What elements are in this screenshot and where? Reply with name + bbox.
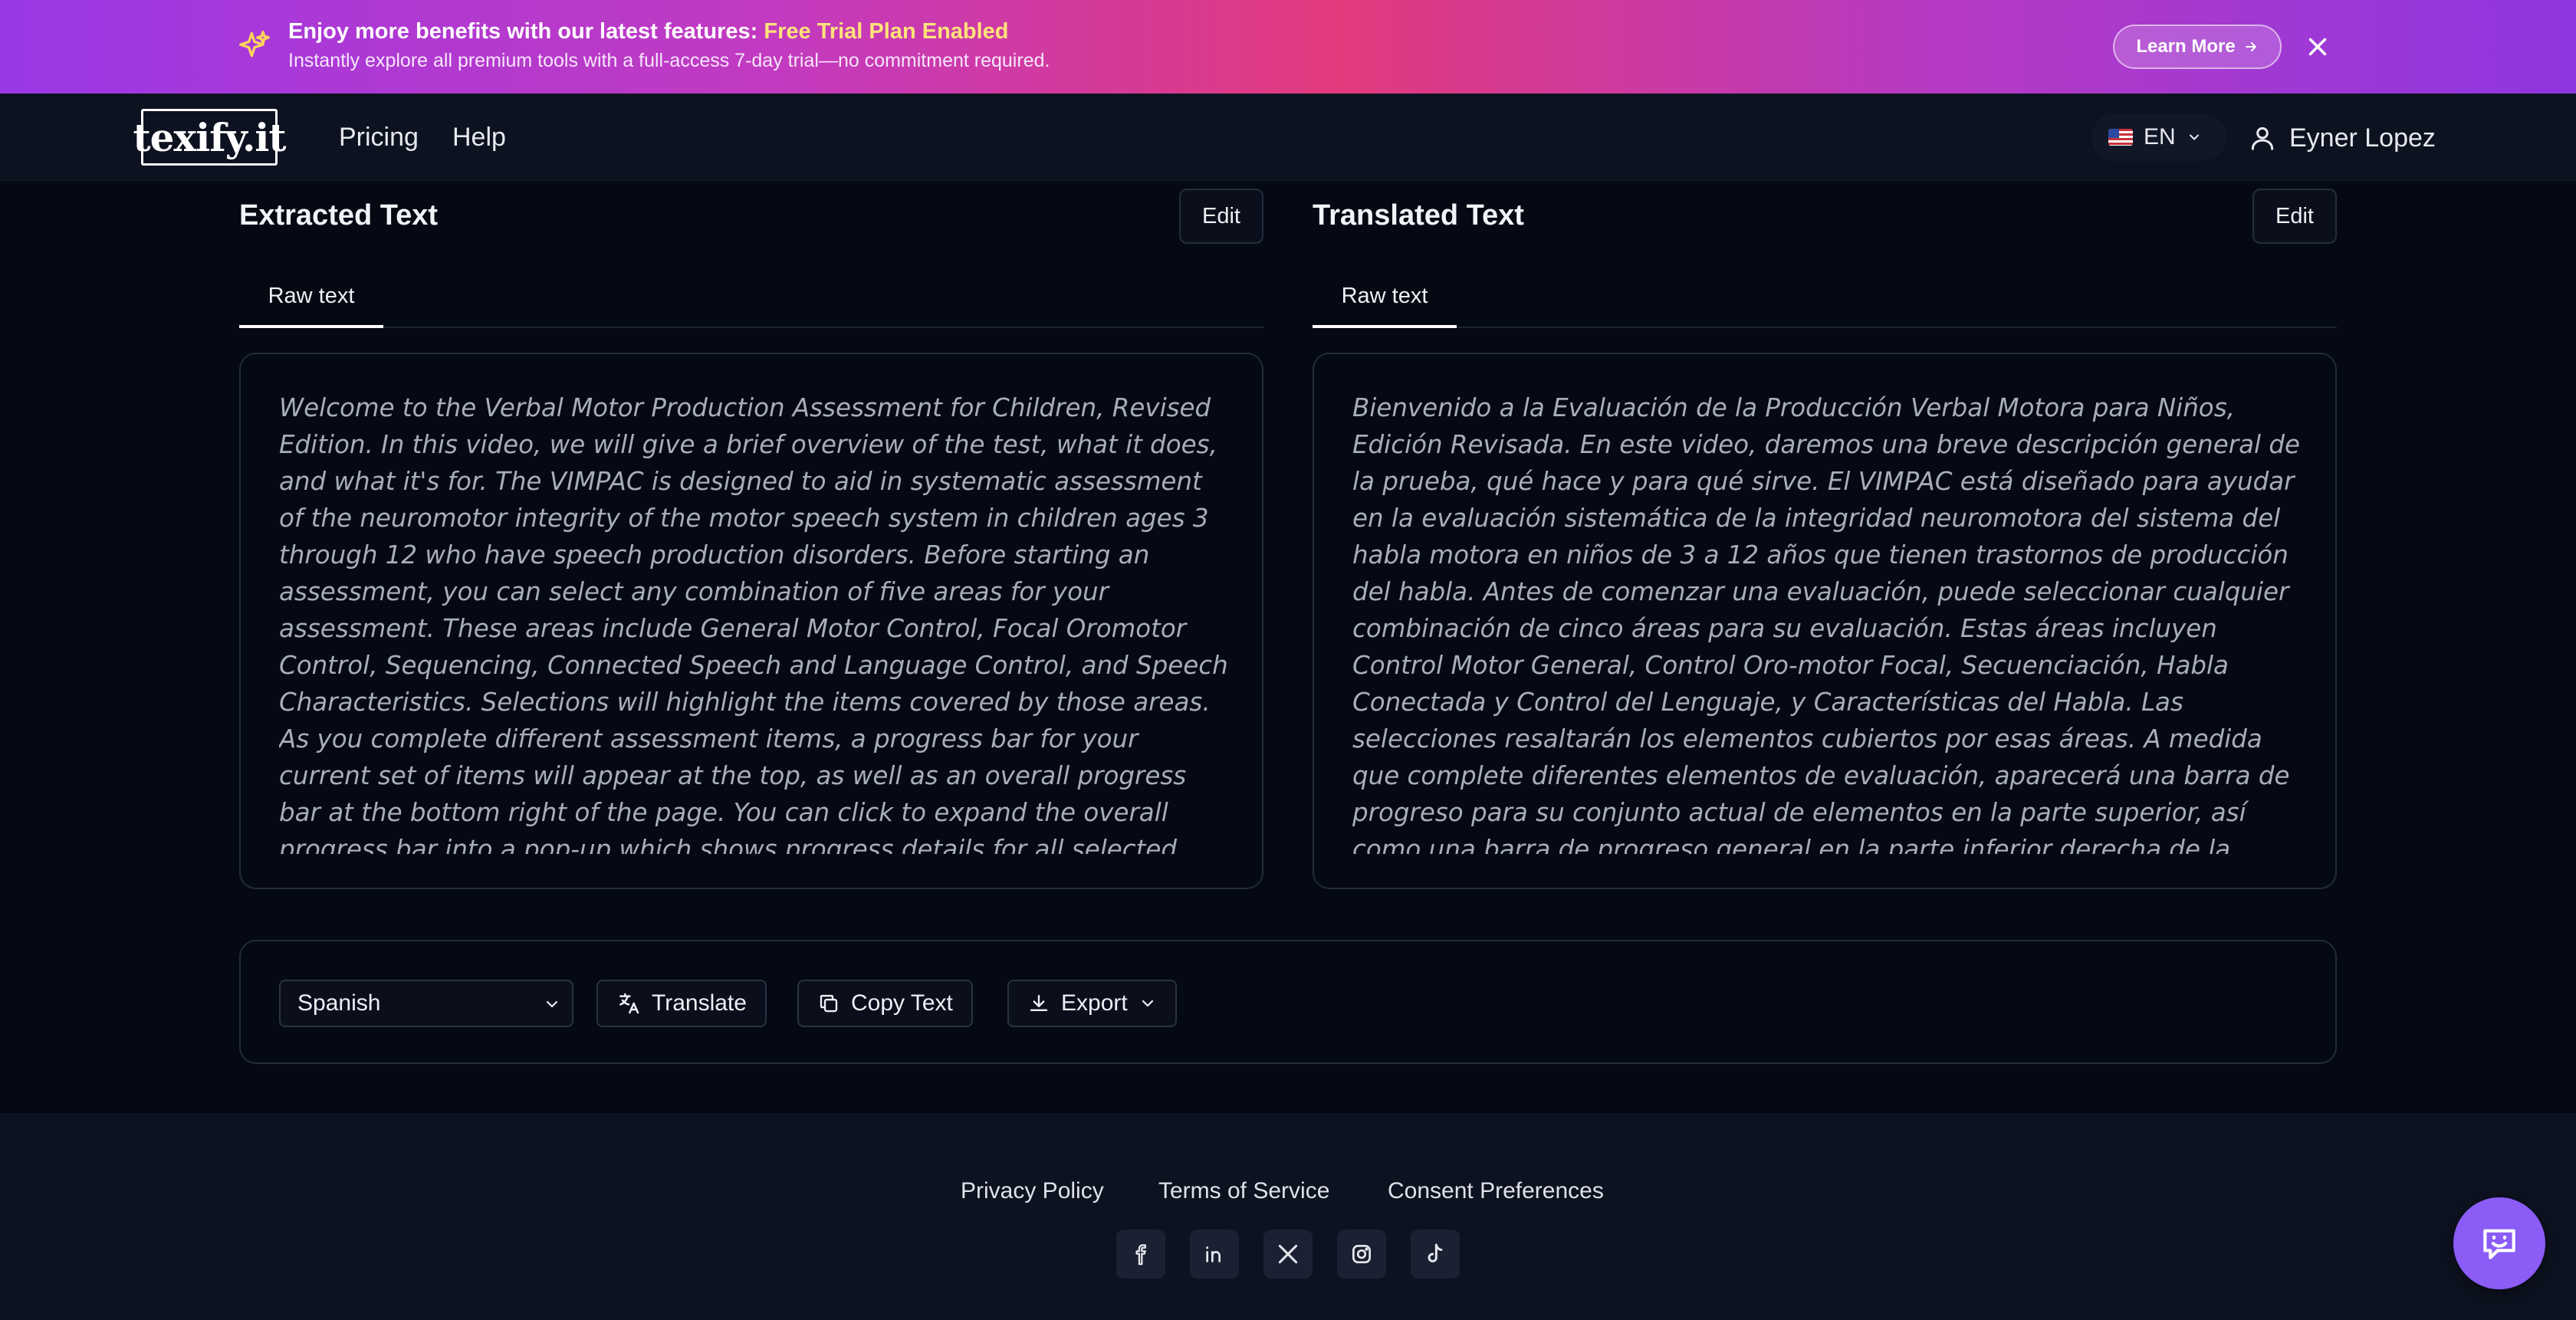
arrow-right-icon: [2245, 42, 2256, 51]
copy-text-label: Copy Text: [851, 990, 953, 1016]
target-language-value: Spanish: [297, 990, 381, 1016]
promo-banner: Enjoy more benefits with our latest feat…: [0, 0, 2576, 94]
footer-link-terms[interactable]: Terms of Service: [1158, 1176, 1329, 1207]
chevron-down-icon: [546, 1000, 558, 1008]
action-toolbar: Spanish Translate Copy Text Export: [239, 940, 2337, 1064]
translate-icon: [619, 993, 639, 1014]
export-button[interactable]: Export: [1007, 980, 1177, 1027]
extracted-text-box[interactable]: Welcome to the Verbal Motor Production A…: [239, 353, 1263, 889]
extracted-tabbar: Raw text: [239, 267, 1263, 328]
extracted-text-title: Extracted Text: [239, 199, 439, 231]
chat-support-button[interactable]: [2453, 1197, 2545, 1289]
close-icon[interactable]: [2303, 32, 2332, 61]
download-icon: [1030, 994, 1048, 1011]
instagram-icon[interactable]: [1337, 1230, 1386, 1279]
extracted-edit-button[interactable]: Edit: [1179, 189, 1263, 244]
target-language-select[interactable]: Spanish: [279, 980, 573, 1027]
facebook-icon[interactable]: [1116, 1230, 1165, 1279]
copy-icon: [820, 994, 838, 1013]
tab-raw-text-extracted[interactable]: Raw text: [239, 267, 383, 328]
banner-title-prefix: Enjoy more benefits with our latest feat…: [288, 19, 764, 44]
user-name: Eyner Lopez: [2289, 123, 2436, 153]
top-navigation: texify.it Pricing Help EN Eyner Lopez: [0, 94, 2576, 181]
extracted-text-content: Welcome to the Verbal Motor Production A…: [279, 393, 1228, 854]
export-label: Export: [1061, 990, 1128, 1016]
nav-link-help[interactable]: Help: [452, 120, 506, 155]
footer-link-consent[interactable]: Consent Preferences: [1388, 1176, 1604, 1207]
learn-more-label: Learn More: [2136, 36, 2236, 57]
x-icon[interactable]: [1263, 1230, 1313, 1279]
texify-logo[interactable]: texify.it: [133, 109, 287, 166]
tiktok-icon[interactable]: [1411, 1230, 1460, 1279]
chat-support-icon: [2483, 1229, 2515, 1259]
banner-title-highlight: Free Trial Plan Enabled: [764, 19, 1009, 44]
banner-title: Enjoy more benefits with our latest feat…: [288, 17, 1050, 46]
nav-link-pricing[interactable]: Pricing: [339, 120, 419, 155]
footer: Privacy Policy Terms of Service Consent …: [0, 1113, 2576, 1320]
us-flag-icon: [2108, 129, 2133, 146]
user-icon: [2251, 126, 2274, 150]
translate-label: Translate: [652, 990, 747, 1016]
banner-text: Enjoy more benefits with our latest feat…: [288, 17, 1050, 74]
sparkles-icon: [239, 31, 270, 57]
translated-text-box[interactable]: Bienvenido a la Evaluación de la Producc…: [1313, 353, 2337, 889]
linkedin-icon[interactable]: [1190, 1230, 1239, 1279]
translated-text-content: Bienvenido a la Evaluación de la Producc…: [1352, 393, 2301, 854]
translated-tabbar: Raw text: [1313, 267, 2337, 328]
chevron-down-icon: [2189, 134, 2199, 140]
translated-edit-button[interactable]: Edit: [2252, 189, 2337, 244]
translate-button[interactable]: Translate: [596, 980, 767, 1027]
tab-raw-text-translated[interactable]: Raw text: [1313, 267, 1457, 328]
translated-text-title: Translated Text: [1313, 199, 1524, 231]
language-code: EN: [2144, 124, 2176, 149]
chevron-down-icon: [1142, 1000, 1153, 1007]
learn-more-button[interactable]: Learn More: [2113, 25, 2282, 69]
user-menu[interactable]: Eyner Lopez: [2248, 115, 2436, 161]
banner-subtitle: Instantly explore all premium tools with…: [288, 50, 1050, 71]
language-selector[interactable]: EN: [2091, 113, 2226, 161]
copy-text-button[interactable]: Copy Text: [797, 980, 973, 1027]
footer-link-privacy[interactable]: Privacy Policy: [961, 1176, 1104, 1207]
